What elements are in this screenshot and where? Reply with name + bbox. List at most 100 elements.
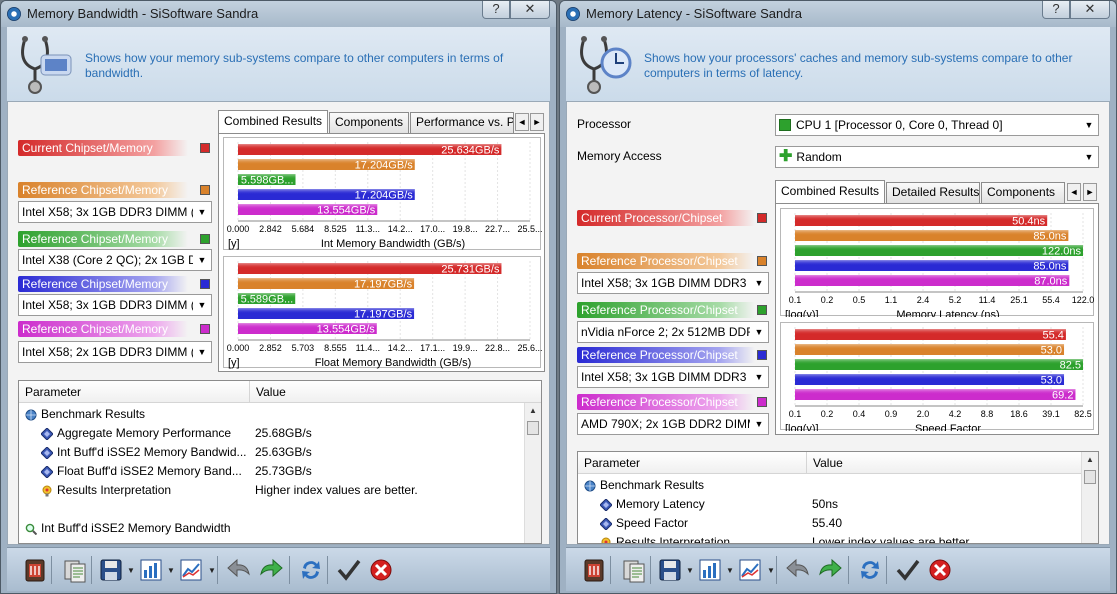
axis-title: Speed Factor [915, 423, 981, 431]
reference2-select[interactable]: nVidia nForce 2; 2x 512MB DDR D ▼ [577, 321, 769, 343]
axis-scale-note: [y] [228, 357, 240, 369]
bar-value-label: 82.5 [1060, 360, 1081, 372]
value-column-header[interactable]: Value [806, 452, 1082, 474]
close-button[interactable]: ✕ [510, 1, 550, 19]
reference4-select[interactable]: Intel X58; 2x 1GB DDR3 DIMM (1... ▼ [18, 341, 212, 363]
table-row[interactable]: Float Buff'd iSSE2 Memory Band... 25.73GB… [19, 462, 541, 481]
memory-access-select[interactable]: ✚ Random ▼ [775, 146, 1099, 168]
tab-combined-results[interactable]: Combined Results [775, 180, 885, 203]
reference2-select[interactable]: Intel X38 (Core 2 QC); 2x 1GB DD ▼ [18, 249, 212, 271]
value-cell: 25.63GB/s [255, 445, 312, 459]
back-button[interactable] [225, 556, 253, 584]
tick-label: 8.555 [324, 343, 347, 353]
tab-scroll-left-icon[interactable]: ◄ [515, 113, 529, 131]
help-button[interactable]: ? [1042, 1, 1070, 19]
table-row[interactable]: Results Interpretation Higher index value… [19, 481, 541, 500]
tab-detailed-results[interactable]: Detailed Results [886, 182, 980, 203]
toolbar-separator [848, 556, 849, 584]
tick-label: 14.2... [388, 224, 413, 234]
graph-button[interactable] [177, 556, 205, 584]
close-module-button[interactable] [21, 556, 49, 584]
tab-combined-results[interactable]: Combined Results [218, 110, 328, 133]
report-button[interactable] [61, 556, 89, 584]
table-row[interactable]: Results Interpretation Lower index values… [578, 533, 1098, 543]
refresh-button[interactable] [297, 556, 325, 584]
parameter-column-header[interactable]: Parameter [578, 452, 806, 474]
refresh-button[interactable] [856, 556, 884, 584]
table-row[interactable]: Benchmark Results [19, 405, 541, 424]
tab-scroll-left-icon[interactable]: ◄ [1067, 183, 1081, 201]
help-button[interactable]: ? [482, 1, 510, 19]
bar-value-label: 13.554GB/s [317, 205, 376, 217]
legend-ref1-label: Reference Processor/Chipset [577, 253, 755, 269]
value-cell: Higher index values are better. [255, 483, 418, 497]
save-button[interactable] [97, 556, 125, 584]
parameter-cell: Benchmark Results [600, 478, 705, 492]
dropdown-arrow-icon[interactable]: ▼ [208, 566, 216, 575]
graph-button[interactable] [736, 556, 764, 584]
processor-select[interactable]: CPU 1 [Processor 0, Core 0, Thread 0] ▼ [775, 114, 1099, 136]
save-button[interactable] [656, 556, 684, 584]
module-description: Shows how your processors' caches and me… [644, 51, 1073, 80]
tab-scroll-right-icon[interactable]: ► [1083, 183, 1097, 201]
dropdown-arrow-icon[interactable]: ▼ [686, 566, 694, 575]
results-grid: Parameter Value Benchmark Results Memory … [577, 451, 1099, 544]
tick-label: 25.5... [517, 224, 542, 234]
dropdown-arrow-icon[interactable]: ▼ [127, 566, 135, 575]
chevron-down-icon: ▼ [750, 273, 768, 293]
cancel-button[interactable] [367, 556, 395, 584]
reference1-select[interactable]: Intel X58; 3x 1GB DDR3 DIMM (1... ▼ [18, 201, 212, 223]
ok-button[interactable] [894, 556, 922, 584]
ok-icon [335, 559, 363, 587]
parameter-column-header[interactable]: Parameter [19, 381, 249, 403]
table-row[interactable]: Benchmark Results [578, 476, 1098, 495]
reference3-select[interactable]: Intel X58; 3x 1GB DIMM DDR3 (1... ▼ [577, 366, 769, 388]
tab-scroll-right-icon[interactable]: ► [530, 113, 544, 131]
table-row[interactable] [19, 500, 541, 519]
grid-scrollbar[interactable]: ▲ [524, 403, 541, 543]
value-column-header[interactable]: Value [249, 381, 525, 403]
report-icon [620, 560, 648, 587]
report-button[interactable] [620, 556, 648, 584]
tick-label: 17.1... [420, 343, 445, 353]
close-button[interactable]: ✕ [1070, 1, 1110, 19]
tab-components[interactable]: Components [329, 112, 409, 133]
ok-button[interactable] [335, 556, 363, 584]
reference4-select[interactable]: AMD 790X; 2x 1GB DDR2 DIMM (▼ [577, 413, 769, 435]
back-button[interactable] [784, 556, 812, 584]
chart-options-button[interactable] [137, 556, 165, 584]
axis-title: Memory Latency (ns) [896, 309, 999, 317]
value-cell: 50ns [812, 497, 839, 511]
table-row[interactable]: Int Buff'd iSSE2 Memory Bandwid... 25.63G… [19, 443, 541, 462]
forward-button[interactable] [257, 556, 285, 584]
table-row[interactable]: Memory Latency 50ns [578, 495, 1098, 514]
legend-current-label: Current Chipset/Memory [18, 140, 188, 156]
dropdown-arrow-icon[interactable]: ▼ [726, 566, 734, 575]
chart-options-button[interactable] [696, 556, 724, 584]
axis-title: Int Memory Bandwidth (GB/s) [321, 238, 465, 250]
reference3-select[interactable]: Intel X58; 3x 1GB DDR3 DIMM (1... ▼ [18, 294, 212, 316]
close-module-button[interactable] [580, 556, 608, 584]
bar-value-label: 55.4 [1042, 330, 1063, 342]
tab-performance[interactable]: Performance vs. P [410, 112, 514, 133]
table-row[interactable]: Int Buff'd iSSE2 Memory Bandwidth [19, 519, 541, 538]
table-row[interactable]: Aggregate Memory Performance 25.68GB/s [19, 424, 541, 443]
tab-components[interactable]: Components [981, 182, 1065, 203]
tick-label: 82.5 [1074, 409, 1092, 419]
reference1-select[interactable]: Intel X58; 3x 1GB DIMM DDR3 (1... ▼ [577, 272, 769, 294]
legend-ref2-swatch [200, 234, 210, 244]
grid-scrollbar[interactable]: ▲ [1081, 452, 1098, 543]
tick-label: 22.8... [485, 343, 510, 353]
title-bar[interactable]: Memory Bandwidth - SiSoftware Sandra ? ✕ [1, 1, 556, 27]
cancel-button[interactable] [926, 556, 954, 584]
int-bandwidth-chart: 25.634GB/s 17.204GB/s 5.598GB... 17.204GB/s… [223, 137, 542, 250]
table-row[interactable]: Speed Factor 55.40 [578, 514, 1098, 533]
bar-highlight [795, 245, 1083, 256]
dropdown-arrow-icon[interactable]: ▼ [767, 566, 775, 575]
bar-highlight [795, 275, 1070, 286]
forward-button[interactable] [816, 556, 844, 584]
bar-value-label: 53.0 [1041, 345, 1062, 357]
bulb-icon [41, 484, 53, 497]
title-bar[interactable]: Memory Latency - SiSoftware Sandra ? ✕ [560, 1, 1116, 27]
dropdown-arrow-icon[interactable]: ▼ [167, 566, 175, 575]
